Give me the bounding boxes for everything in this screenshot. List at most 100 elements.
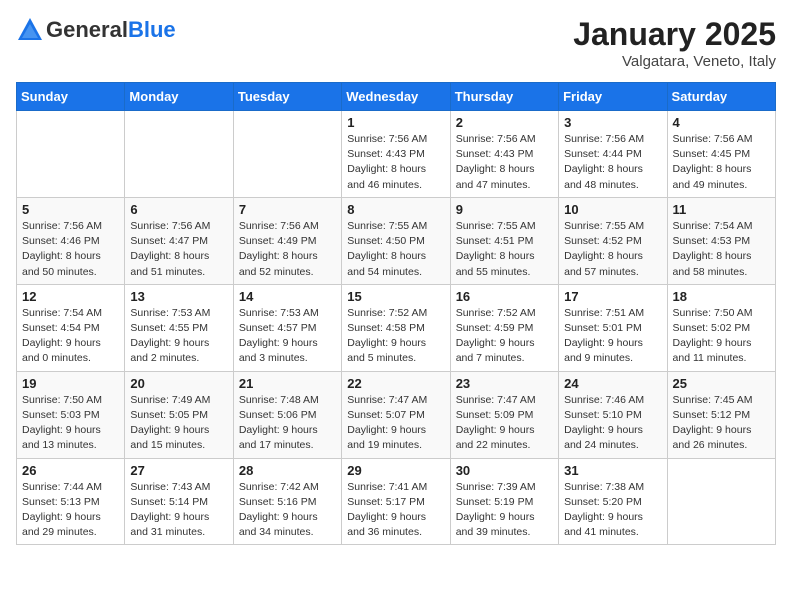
calendar-day-25: 25 Sunrise: 7:45 AM Sunset: 5:12 PM Dayli… — [667, 371, 775, 458]
day-info: Sunrise: 7:45 AM Sunset: 5:12 PM Dayligh… — [673, 393, 770, 454]
calendar-day-4: 4 Sunrise: 7:56 AM Sunset: 4:45 PM Daylig… — [667, 111, 775, 198]
calendar-day-23: 23 Sunrise: 7:47 AM Sunset: 5:09 PM Dayli… — [450, 371, 558, 458]
calendar-day-15: 15Sunrise: 7:52 AM Sunset: 4:58 PM Dayli… — [342, 284, 450, 371]
day-number: 21 — [239, 376, 336, 391]
calendar-empty-cell — [125, 111, 233, 198]
calendar-day-1: 1Sunrise: 7:56 AM Sunset: 4:43 PM Daylig… — [342, 111, 450, 198]
calendar-week-row: 12 Sunrise: 7:54 AM Sunset: 4:54 PM Dayli… — [17, 284, 776, 371]
day-number: 9 — [456, 202, 553, 217]
day-info: Sunrise: 7:56 AM Sunset: 4:47 PM Dayligh… — [130, 219, 227, 280]
weekday-header-sunday: Sunday — [17, 83, 125, 111]
day-info: Sunrise: 7:47 AM Sunset: 5:07 PM Dayligh… — [347, 393, 444, 454]
calendar-day-10: 10 Sunrise: 7:55 AM Sunset: 4:52 PM Dayli… — [559, 197, 667, 284]
day-number: 23 — [456, 376, 553, 391]
calendar-empty-cell — [233, 111, 341, 198]
logo-general-text: General — [46, 17, 128, 42]
day-number: 13 — [130, 289, 227, 304]
day-info: Sunrise: 7:55 AM Sunset: 4:50 PM Dayligh… — [347, 219, 444, 280]
calendar-day-14: 14 Sunrise: 7:53 AM Sunset: 4:57 PM Dayli… — [233, 284, 341, 371]
weekday-header-wednesday: Wednesday — [342, 83, 450, 111]
day-number: 12 — [22, 289, 119, 304]
day-number: 20 — [130, 376, 227, 391]
day-number: 26 — [22, 463, 119, 478]
weekday-header-thursday: Thursday — [450, 83, 558, 111]
calendar-day-7: 7Sunrise: 7:56 AM Sunset: 4:49 PM Daylig… — [233, 197, 341, 284]
day-number: 31 — [564, 463, 661, 478]
day-number: 28 — [239, 463, 336, 478]
day-info: Sunrise: 7:41 AM Sunset: 5:17 PM Dayligh… — [347, 480, 444, 541]
day-number: 6 — [130, 202, 227, 217]
day-number: 4 — [673, 115, 770, 130]
day-info: Sunrise: 7:56 AM Sunset: 4:45 PM Dayligh… — [673, 132, 770, 193]
day-number: 29 — [347, 463, 444, 478]
day-info: Sunrise: 7:52 AM Sunset: 4:59 PM Dayligh… — [456, 306, 553, 367]
day-number: 25 — [673, 376, 770, 391]
day-info: Sunrise: 7:54 AM Sunset: 4:54 PM Dayligh… — [22, 306, 119, 367]
day-info: Sunrise: 7:50 AM Sunset: 5:03 PM Dayligh… — [22, 393, 119, 454]
calendar-day-30: 30 Sunrise: 7:39 AM Sunset: 5:19 PM Dayli… — [450, 458, 558, 545]
day-info: Sunrise: 7:47 AM Sunset: 5:09 PM Dayligh… — [456, 393, 553, 454]
day-number: 15 — [347, 289, 444, 304]
calendar-empty-cell — [667, 458, 775, 545]
day-info: Sunrise: 7:54 AM Sunset: 4:53 PM Dayligh… — [673, 219, 770, 280]
day-info: Sunrise: 7:56 AM Sunset: 4:43 PM Dayligh… — [347, 132, 444, 193]
day-number: 10 — [564, 202, 661, 217]
day-info: Sunrise: 7:42 AM Sunset: 5:16 PM Dayligh… — [239, 480, 336, 541]
day-info: Sunrise: 7:44 AM Sunset: 5:13 PM Dayligh… — [22, 480, 119, 541]
day-number: 22 — [347, 376, 444, 391]
weekday-header-tuesday: Tuesday — [233, 83, 341, 111]
calendar-day-29: 29 Sunrise: 7:41 AM Sunset: 5:17 PM Dayli… — [342, 458, 450, 545]
day-info: Sunrise: 7:39 AM Sunset: 5:19 PM Dayligh… — [456, 480, 553, 541]
day-info: Sunrise: 7:56 AM Sunset: 4:46 PM Dayligh… — [22, 219, 119, 280]
day-info: Sunrise: 7:56 AM Sunset: 4:43 PM Dayligh… — [456, 132, 553, 193]
page-header: GeneralBlue January 2025 Valgatara, Vene… — [16, 16, 776, 70]
calendar-day-18: 18 Sunrise: 7:50 AM Sunset: 5:02 PM Dayli… — [667, 284, 775, 371]
day-info: Sunrise: 7:53 AM Sunset: 4:57 PM Dayligh… — [239, 306, 336, 367]
calendar-day-19: 19Sunrise: 7:50 AM Sunset: 5:03 PM Dayli… — [17, 371, 125, 458]
day-info: Sunrise: 7:55 AM Sunset: 4:51 PM Dayligh… — [456, 219, 553, 280]
calendar-day-13: 13 Sunrise: 7:53 AM Sunset: 4:55 PM Dayli… — [125, 284, 233, 371]
day-info: Sunrise: 7:55 AM Sunset: 4:52 PM Dayligh… — [564, 219, 661, 280]
location-subtitle: Valgatara, Veneto, Italy — [573, 53, 776, 70]
calendar-week-row: 26 Sunrise: 7:44 AM Sunset: 5:13 PM Dayli… — [17, 458, 776, 545]
month-title: January 2025 — [573, 16, 776, 53]
day-number: 17 — [564, 289, 661, 304]
day-info: Sunrise: 7:48 AM Sunset: 5:06 PM Dayligh… — [239, 393, 336, 454]
weekday-header-monday: Monday — [125, 83, 233, 111]
day-info: Sunrise: 7:49 AM Sunset: 5:05 PM Dayligh… — [130, 393, 227, 454]
logo-icon — [16, 16, 44, 44]
calendar-day-26: 26 Sunrise: 7:44 AM Sunset: 5:13 PM Dayli… — [17, 458, 125, 545]
calendar-week-row: 1Sunrise: 7:56 AM Sunset: 4:43 PM Daylig… — [17, 111, 776, 198]
day-number: 27 — [130, 463, 227, 478]
day-number: 30 — [456, 463, 553, 478]
calendar-day-17: 17Sunrise: 7:51 AM Sunset: 5:01 PM Dayli… — [559, 284, 667, 371]
calendar-day-21: 21 Sunrise: 7:48 AM Sunset: 5:06 PM Dayli… — [233, 371, 341, 458]
day-number: 24 — [564, 376, 661, 391]
day-info: Sunrise: 7:46 AM Sunset: 5:10 PM Dayligh… — [564, 393, 661, 454]
logo: GeneralBlue — [16, 16, 176, 44]
weekday-header-row: SundayMondayTuesdayWednesdayThursdayFrid… — [17, 83, 776, 111]
calendar-empty-cell — [17, 111, 125, 198]
day-number: 2 — [456, 115, 553, 130]
calendar-day-31: 31Sunrise: 7:38 AM Sunset: 5:20 PM Dayli… — [559, 458, 667, 545]
calendar-day-20: 20 Sunrise: 7:49 AM Sunset: 5:05 PM Dayli… — [125, 371, 233, 458]
calendar-table: SundayMondayTuesdayWednesdayThursdayFrid… — [16, 82, 776, 545]
calendar-day-28: 28 Sunrise: 7:42 AM Sunset: 5:16 PM Dayli… — [233, 458, 341, 545]
calendar-day-9: 9 Sunrise: 7:55 AM Sunset: 4:51 PM Daylig… — [450, 197, 558, 284]
calendar-day-3: 3 Sunrise: 7:56 AM Sunset: 4:44 PM Daylig… — [559, 111, 667, 198]
day-info: Sunrise: 7:50 AM Sunset: 5:02 PM Dayligh… — [673, 306, 770, 367]
title-block: January 2025 Valgatara, Veneto, Italy — [573, 16, 776, 70]
day-number: 5 — [22, 202, 119, 217]
day-number: 18 — [673, 289, 770, 304]
calendar-day-8: 8Sunrise: 7:55 AM Sunset: 4:50 PM Daylig… — [342, 197, 450, 284]
day-info: Sunrise: 7:56 AM Sunset: 4:44 PM Dayligh… — [564, 132, 661, 193]
calendar-day-16: 16 Sunrise: 7:52 AM Sunset: 4:59 PM Dayli… — [450, 284, 558, 371]
day-number: 16 — [456, 289, 553, 304]
calendar-day-5: 5 Sunrise: 7:56 AM Sunset: 4:46 PM Daylig… — [17, 197, 125, 284]
day-number: 11 — [673, 202, 770, 217]
day-info: Sunrise: 7:53 AM Sunset: 4:55 PM Dayligh… — [130, 306, 227, 367]
logo-blue-text: Blue — [128, 17, 176, 42]
day-number: 3 — [564, 115, 661, 130]
calendar-day-6: 6 Sunrise: 7:56 AM Sunset: 4:47 PM Daylig… — [125, 197, 233, 284]
day-number: 14 — [239, 289, 336, 304]
